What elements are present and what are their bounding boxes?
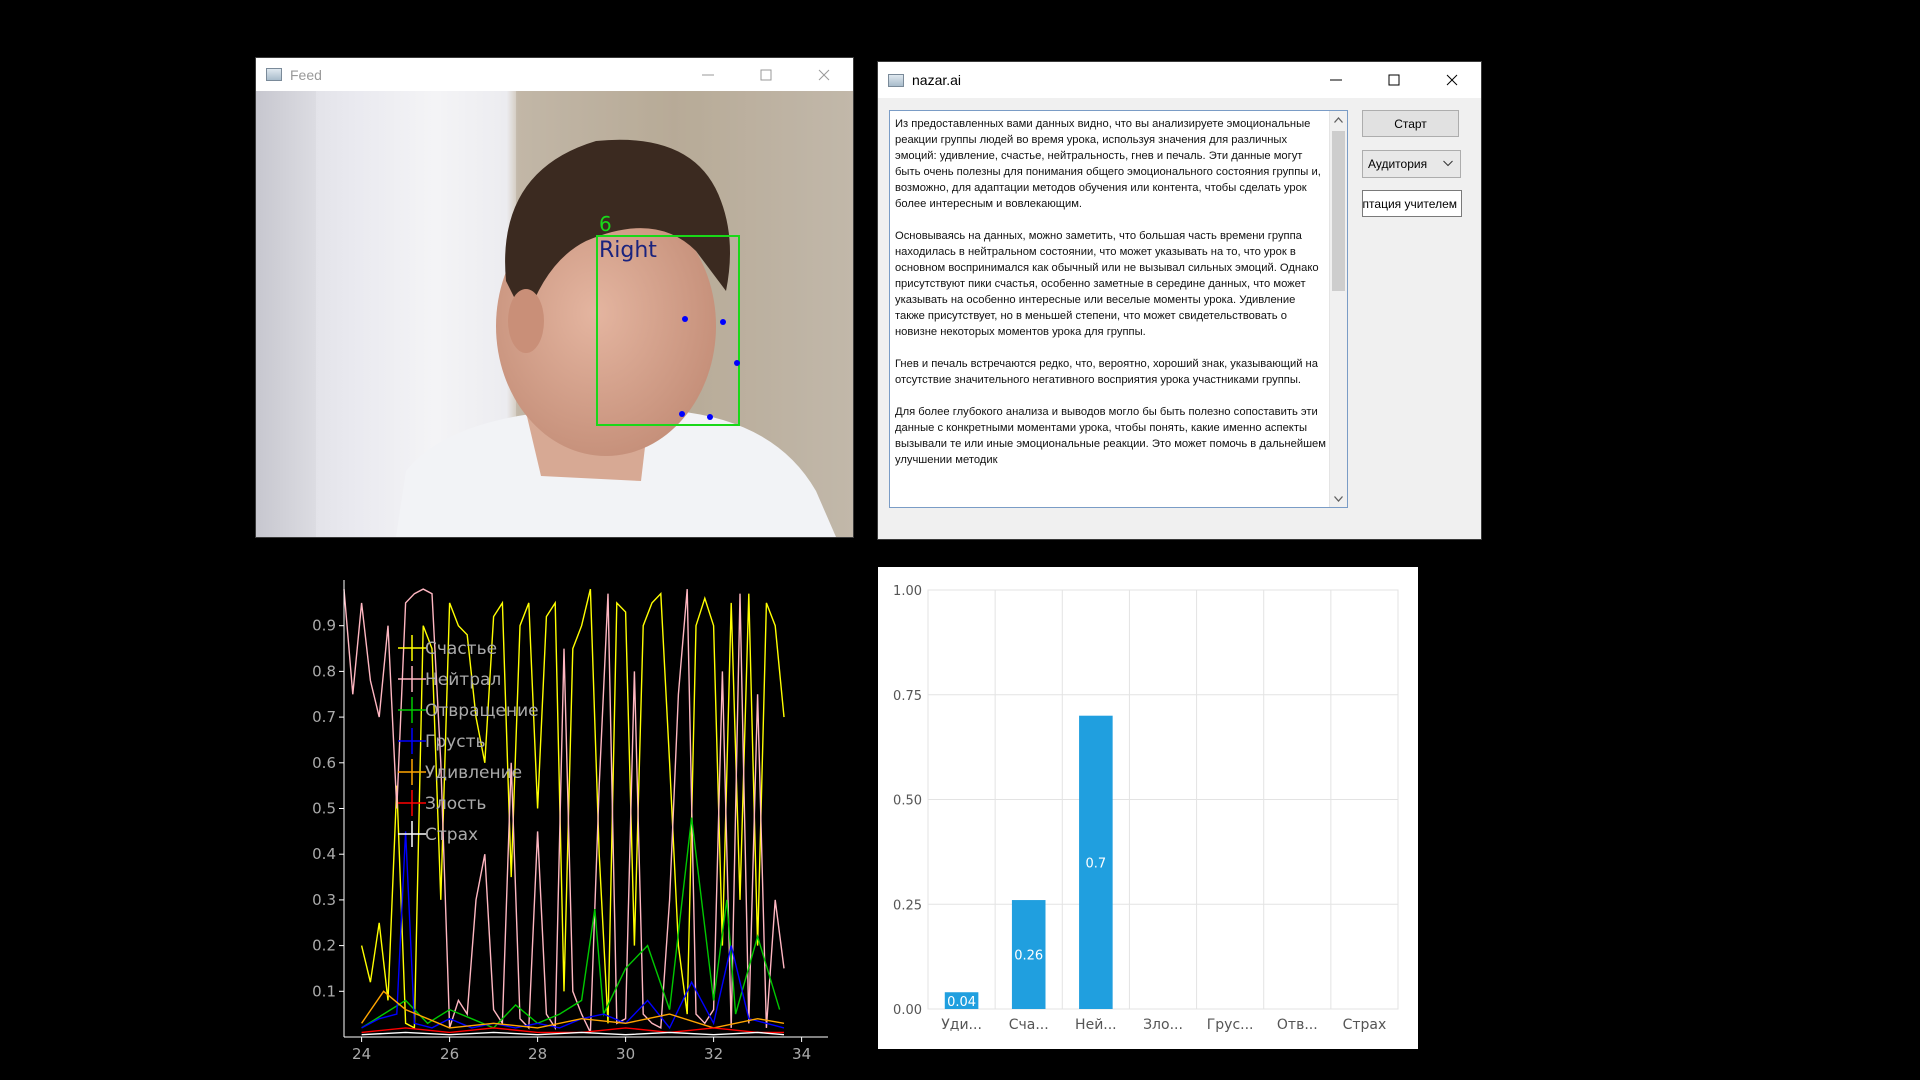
y-tick-label: 0.7	[312, 708, 336, 726]
scroll-down-icon[interactable]	[1330, 490, 1347, 507]
y-tick-label: 0.00	[893, 1003, 922, 1018]
category-label: Ней...	[1075, 1017, 1117, 1033]
series-line-fear	[361, 1031, 785, 1036]
maximize-icon[interactable]	[737, 58, 795, 91]
bar-value-label: 0.04	[947, 995, 976, 1010]
category-label: Сча...	[1009, 1017, 1049, 1033]
nazar-title: nazar.ai	[912, 72, 962, 88]
feed-titlebar[interactable]: Feed	[256, 58, 853, 91]
minimize-icon[interactable]	[679, 58, 737, 91]
chevron-down-icon	[1443, 160, 1453, 167]
x-tick-label: 30	[616, 1045, 635, 1063]
emotion-line-chart: 0.10.20.30.40.50.60.70.80.924 26 28 30 32 34 …	[312, 580, 828, 1063]
y-tick-label: 0.75	[893, 689, 922, 704]
legend-label: Нейтрал	[425, 670, 501, 690]
y-tick-label: 0.3	[312, 891, 336, 909]
legend-label: Злость	[425, 794, 486, 814]
legend-label: Грусть	[425, 732, 486, 752]
feed-window: Feed 6 Right	[256, 58, 853, 537]
landmark-point	[720, 319, 726, 325]
camera-scene: 6 Right	[396, 91, 853, 537]
landmark-point	[734, 360, 740, 366]
analysis-output-textarea[interactable]: Из предоставленных вами данных видно, чт…	[889, 110, 1348, 508]
camera-feed: 6 Right	[256, 91, 853, 537]
bar-value-label: 0.26	[1014, 949, 1043, 964]
audience-select[interactable]: Аудитория	[1362, 150, 1461, 178]
y-tick-label: 0.1	[312, 982, 336, 1000]
minimize-icon[interactable]	[1307, 62, 1365, 98]
category-label: Грус...	[1207, 1017, 1254, 1033]
legend-label: Страх	[425, 825, 478, 845]
teacher-adaptation-label: Адаптация учителем	[1362, 196, 1457, 211]
face-count-label: 6	[599, 212, 612, 236]
landmark-point	[679, 411, 685, 417]
direction-label: Right	[599, 238, 657, 263]
emotion-bar-chart: 0.00 0.25 0.50 0.75 1.00 0.04 Уди... 0.26 Сча..…	[893, 584, 1399, 1033]
emotion-bar-chart-panel: 0.00 0.25 0.50 0.75 1.00 0.04 Уди... 0.26 Сча..…	[878, 567, 1418, 1049]
category-label: Страх	[1343, 1017, 1387, 1033]
y-tick-label: 0.2	[312, 937, 336, 955]
analysis-paragraph: Из предоставленных вами данных видно, чт…	[895, 118, 1321, 210]
legend-label: Удивление	[425, 763, 522, 783]
y-tick-label: 0.25	[893, 898, 922, 913]
bar-value-label: 0.7	[1086, 856, 1107, 871]
app-icon	[888, 73, 904, 87]
x-tick-label: 26	[440, 1045, 459, 1063]
x-tick-label: 32	[704, 1045, 723, 1063]
audience-select-value: Аудитория	[1368, 157, 1428, 171]
ear	[508, 289, 544, 353]
y-tick-label: 0.4	[312, 845, 336, 863]
legend-label: Отвращение	[425, 701, 539, 721]
y-tick-label: 0.8	[312, 662, 336, 680]
y-tick-label: 0.6	[312, 754, 336, 772]
feed-title: Feed	[290, 66, 322, 83]
analysis-paragraph: Для более глубокого анализа и выводов мо…	[895, 406, 1326, 466]
category-label: Отв...	[1277, 1017, 1318, 1033]
landmark-point	[707, 414, 713, 420]
x-tick-label: 24	[352, 1045, 371, 1063]
x-tick-label: 34	[792, 1045, 811, 1063]
scrollbar-thumb[interactable]	[1332, 131, 1345, 291]
analysis-paragraph: Гнев и печаль встречаются редко, что, ве…	[895, 358, 1318, 386]
y-tick-label: 0.9	[312, 617, 336, 635]
vertical-scrollbar[interactable]	[1329, 111, 1347, 507]
category-label: Уди...	[941, 1017, 982, 1033]
close-icon[interactable]	[795, 58, 853, 91]
nazar-window: nazar.ai Из предоставленных вами данных …	[878, 62, 1481, 539]
y-tick-label: 1.00	[893, 584, 922, 599]
teacher-adaptation-button[interactable]: Адаптация учителем	[1362, 190, 1462, 217]
maximize-icon[interactable]	[1365, 62, 1423, 98]
y-tick-label: 0.50	[893, 794, 922, 809]
category-label: Зло...	[1143, 1017, 1183, 1033]
app-icon	[266, 68, 282, 81]
series-line-anger	[361, 1027, 784, 1034]
landmark-point	[682, 316, 688, 322]
analysis-paragraph: Основываясь на данных, можно заметить, ч…	[895, 230, 1319, 338]
y-tick-label: 0.5	[312, 800, 336, 818]
x-tick-label: 28	[528, 1045, 547, 1063]
close-icon[interactable]	[1423, 62, 1481, 98]
nazar-titlebar[interactable]: nazar.ai	[878, 62, 1481, 98]
legend-label: Счастье	[425, 639, 497, 659]
scroll-up-icon[interactable]	[1330, 111, 1347, 128]
start-button[interactable]: Старт	[1362, 110, 1459, 137]
